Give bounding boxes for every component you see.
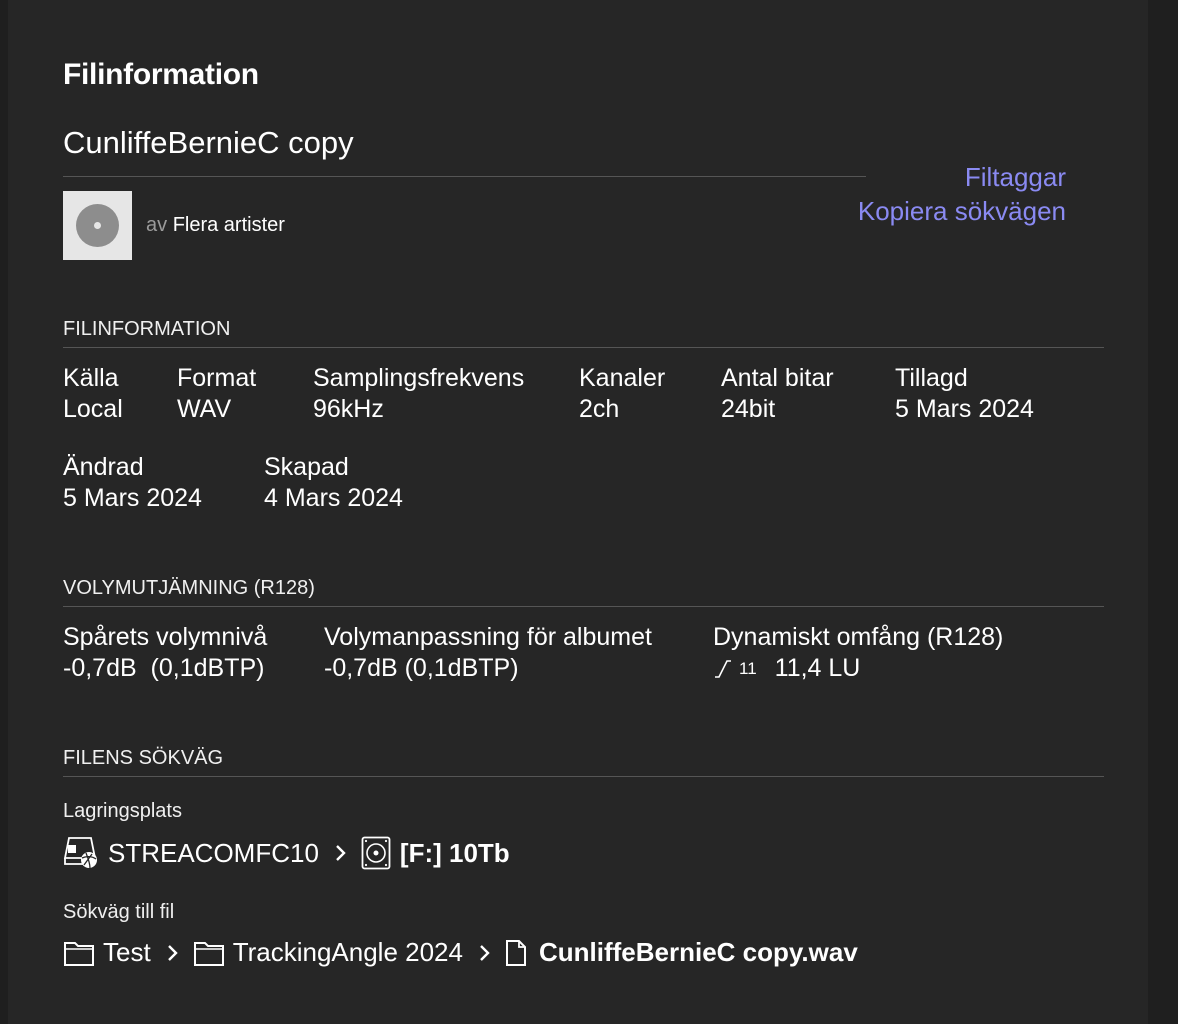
folder-icon	[64, 941, 94, 966]
field-value: 5 Mars 2024	[895, 395, 1034, 423]
section-title-path: FILENS SÖKVÄG	[63, 747, 224, 769]
file-info-panel: Filinformation CunliffeBernieC copy Filt…	[8, 0, 1148, 1024]
dynamic-range-icon	[715, 659, 731, 678]
dr-badge: 11	[739, 659, 757, 678]
field-album-loudness: Volymanpassning för albumet -0,7dB (0,1d…	[324, 622, 652, 684]
storage-drive[interactable]: [F:] 10Tb	[400, 838, 510, 869]
field-value: 4 Mars 2024	[264, 484, 403, 512]
field-label: Samplingsfrekvens	[313, 364, 525, 392]
storage-path: STREACOMFC10 [F:] 10Tb	[63, 836, 510, 870]
field-value: WAV	[177, 395, 232, 423]
hard-drive-icon	[361, 836, 391, 870]
field-label: Dynamiskt omfång (R128)	[713, 623, 1004, 651]
field-label: Tillagd	[895, 364, 968, 392]
artist-line: av Flera artister	[146, 214, 285, 237]
field-value: 96kHz	[313, 395, 384, 423]
field-value: -0,7dB (0,1dBTP)	[63, 654, 265, 682]
field-value: 2ch	[579, 395, 620, 423]
field-label: Spårets volymnivå	[63, 623, 268, 651]
field-modified: Ändrad 5 Mars 2024	[63, 452, 202, 514]
field-label: Kanaler	[579, 364, 666, 392]
field-value-row: 11 11,4 LU	[713, 653, 1003, 684]
field-label: Volymanpassning för albumet	[324, 623, 652, 651]
field-value: Local	[63, 395, 123, 423]
file-name[interactable]: CunliffeBernieC copy.wav	[539, 937, 858, 968]
field-label: Format	[177, 364, 257, 392]
field-format: Format WAV	[177, 363, 256, 425]
file-path: Test TrackingAngle 2024 CunliffeBernieC …	[63, 937, 858, 968]
field-source: Källa Local	[63, 363, 123, 425]
chevron-right-icon	[167, 944, 178, 961]
field-value: 24bit	[721, 395, 776, 423]
field-sample-rate: Samplingsfrekvens 96kHz	[313, 363, 524, 425]
folder-icon	[193, 941, 224, 966]
album-cover-placeholder	[63, 191, 132, 260]
section-divider	[63, 776, 1104, 777]
field-label: Källa	[63, 364, 119, 392]
file-icon	[505, 939, 526, 966]
field-value: -0,7dB (0,1dBTP)	[324, 654, 519, 682]
artist-prefix: av	[146, 214, 168, 236]
field-track-loudness: Spårets volymnivå -0,7dB (0,1dBTP)	[63, 622, 267, 684]
field-label: Antal bitar	[721, 364, 834, 392]
chevron-right-icon	[336, 845, 346, 861]
field-label: Skapad	[264, 453, 349, 481]
disc-icon	[76, 204, 119, 247]
page-title: Filinformation	[63, 58, 259, 91]
copy-path-link[interactable]: Kopiera sökvägen	[858, 194, 1066, 228]
field-value: 5 Mars 2024	[63, 484, 202, 512]
section-title-volume: VOLYMUTJÄMNING (R128)	[63, 577, 315, 599]
field-label: Ändrad	[63, 453, 144, 481]
section-divider	[63, 606, 1104, 607]
field-bit-depth: Antal bitar 24bit	[721, 363, 834, 425]
chevron-right-icon	[480, 944, 490, 961]
action-links: Filtaggar Kopiera sökvägen	[858, 160, 1066, 228]
field-created: Skapad 4 Mars 2024	[264, 452, 403, 514]
network-device-icon	[63, 837, 97, 869]
section-divider	[63, 347, 1104, 348]
field-added: Tillagd 5 Mars 2024	[895, 363, 1034, 425]
file-name-title: CunliffeBernieC copy	[63, 125, 354, 160]
folder-test[interactable]: Test	[103, 937, 151, 968]
artist-name[interactable]: Flera artister	[173, 214, 285, 236]
folder-trackingangle[interactable]: TrackingAngle 2024	[233, 937, 463, 968]
storage-label: Lagringsplats	[63, 800, 182, 822]
field-dynamic-range: Dynamiskt omfång (R128) 11 11,4 LU	[713, 622, 1003, 684]
dr-value: 11,4 LU	[774, 654, 861, 682]
file-path-label: Sökväg till fil	[63, 901, 175, 923]
field-channels: Kanaler 2ch	[579, 363, 665, 425]
section-title-file-info: FILINFORMATION	[63, 318, 231, 340]
file-tags-link[interactable]: Filtaggar	[858, 160, 1066, 194]
storage-device[interactable]: STREACOMFC10	[108, 838, 319, 869]
title-divider	[63, 176, 866, 177]
